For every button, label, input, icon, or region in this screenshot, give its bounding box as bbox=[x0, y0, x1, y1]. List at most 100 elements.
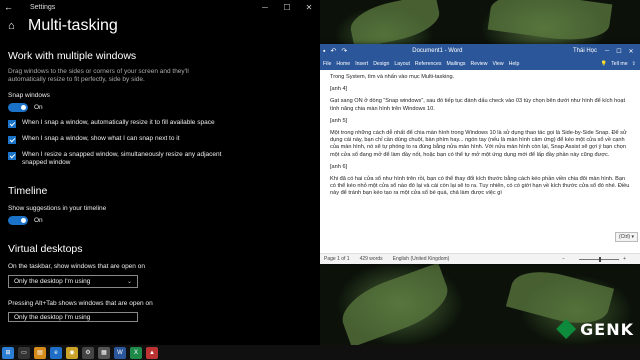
ribbon-tab[interactable]: Help bbox=[509, 61, 520, 67]
snap-option-checkbox[interactable] bbox=[8, 152, 16, 160]
snap-option-checkbox[interactable] bbox=[8, 120, 16, 128]
leaf-decoration bbox=[334, 262, 456, 345]
chrome-icon[interactable]: ◉ bbox=[66, 346, 78, 359]
word-user-name[interactable]: Thái Học bbox=[573, 48, 597, 54]
genk-logo: GENK bbox=[556, 319, 634, 339]
maximize-icon[interactable]: ☐ bbox=[276, 3, 298, 12]
settings-titlebar: ← Settings ─ ☐ ✕ bbox=[0, 0, 320, 14]
doc-paragraph: Một trong những cách dễ nhất để chia màn… bbox=[330, 130, 627, 158]
zoom-slider[interactable] bbox=[579, 256, 620, 262]
snap-option-label: When I snap a window, show what I can sn… bbox=[22, 135, 180, 142]
redo-icon[interactable]: ↷ bbox=[341, 47, 347, 55]
snap-windows-toggle[interactable] bbox=[8, 103, 28, 112]
snap-option-checkbox[interactable] bbox=[8, 136, 16, 144]
window-controls: ─ ☐ ✕ bbox=[254, 3, 320, 12]
doc-paragraph: Khi đã có hai cửa sổ như hình trên rồi, … bbox=[330, 176, 630, 197]
snap-option-row: When I snap a window, show what I can sn… bbox=[8, 135, 312, 144]
timeline-toggle-row: On bbox=[8, 216, 312, 225]
vd-alttab-label: Pressing Alt+Tab shows windows that are … bbox=[8, 300, 153, 307]
doc-paragraph: Trong System, tìm và nhấn vào mục Multi-… bbox=[330, 74, 455, 80]
ribbon-tab[interactable]: Review bbox=[470, 61, 487, 67]
ribbon-tab[interactable]: View bbox=[493, 61, 504, 67]
minimize-icon[interactable]: ─ bbox=[601, 48, 613, 55]
status-language[interactable]: English (United Kingdom) bbox=[393, 256, 450, 262]
section-heading-snap: Work with multiple windows bbox=[8, 50, 137, 62]
windows-start-icon[interactable]: ⊞ bbox=[2, 346, 14, 359]
share-icon[interactable]: ⇪ bbox=[632, 61, 636, 67]
word-doc-title: Document1 - Word bbox=[412, 48, 463, 54]
document-page[interactable]: Trong System, tìm và nhấn vào mục Multi-… bbox=[320, 70, 640, 250]
app-taskbar-icon[interactable]: ▲ bbox=[146, 346, 158, 359]
leaf-decoration bbox=[347, 0, 443, 49]
close-icon[interactable]: ✕ bbox=[625, 48, 637, 55]
snap-option-row: When I snap a window, automatically resi… bbox=[8, 119, 312, 128]
vd-alttab-value: Only the desktop I'm using bbox=[14, 313, 91, 321]
snap-windows-label: Snap windows bbox=[8, 92, 50, 99]
tell-me-button[interactable]: Tell me bbox=[611, 61, 627, 67]
page-header: ⌂ Multi-tasking bbox=[0, 14, 320, 38]
section-heading-timeline: Timeline bbox=[8, 185, 48, 197]
home-icon[interactable]: ⌂ bbox=[8, 20, 22, 32]
timeline-label: Show suggestions in your timeline bbox=[8, 205, 107, 212]
maximize-icon[interactable]: ☐ bbox=[613, 48, 625, 55]
snap-description: Drag windows to the sides or corners of … bbox=[8, 68, 189, 83]
close-icon[interactable]: ✕ bbox=[298, 3, 320, 12]
ribbon-tab[interactable]: Home bbox=[336, 61, 350, 67]
ribbon-tab[interactable]: File bbox=[323, 61, 331, 67]
section-heading-virtual-desktops: Virtual desktops bbox=[8, 243, 83, 255]
settings-window: ← Settings ─ ☐ ✕ ⌂ Multi-tasking Work wi… bbox=[0, 0, 320, 345]
taskbar: ⊞ ▭ ▤ e ◉ ⚙ ▦ W X ▲ bbox=[0, 345, 640, 360]
undo-icon[interactable]: ↶ bbox=[330, 47, 336, 55]
vd-taskbar-dropdown[interactable]: Only the desktop I'm using ⌄ bbox=[8, 275, 138, 288]
vd-taskbar-value: Only the desktop I'm using bbox=[14, 278, 91, 285]
ribbon-right-tools: 💡 Tell me ⇪ bbox=[601, 61, 640, 67]
word-window-controls: ─ ☐ ✕ bbox=[601, 48, 637, 55]
chevron-down-icon: ⌄ bbox=[126, 279, 132, 285]
ribbon-tab[interactable]: Mailings bbox=[446, 61, 465, 67]
store-icon[interactable]: ▦ bbox=[98, 346, 110, 359]
snap-option-label: When I snap a window, automatically resi… bbox=[22, 119, 215, 126]
excel-taskbar-icon[interactable]: X bbox=[130, 346, 142, 359]
timeline-toggle[interactable] bbox=[8, 216, 28, 225]
page-title: Multi-tasking bbox=[28, 17, 118, 34]
status-word-count[interactable]: 429 words bbox=[360, 256, 383, 262]
word-ribbon-tabs: File Home Insert Design Layout Reference… bbox=[320, 58, 640, 70]
leaf-decoration bbox=[487, 0, 613, 47]
ribbon-tab[interactable]: References bbox=[415, 61, 442, 67]
file-explorer-icon[interactable]: ▤ bbox=[34, 346, 46, 359]
task-view-icon[interactable]: ▭ bbox=[18, 346, 30, 359]
back-arrow-icon[interactable]: ← bbox=[4, 2, 20, 12]
minimize-icon[interactable]: ─ bbox=[254, 3, 276, 12]
timeline-state: On bbox=[34, 217, 43, 224]
ribbon-tab[interactable]: Layout bbox=[394, 61, 410, 67]
settings-gear-icon[interactable]: ⚙ bbox=[82, 346, 94, 359]
edge-icon[interactable]: e bbox=[50, 346, 62, 359]
snap-windows-toggle-row: On bbox=[8, 103, 312, 112]
ribbon-tab[interactable]: Design bbox=[373, 61, 389, 67]
paste-options-tag[interactable]: (Ctrl) ▾ bbox=[614, 232, 638, 242]
desktop-background: ▪ ↶ ↷ Document1 - Word Thái Học ─ ☐ ✕ Fi… bbox=[320, 0, 640, 345]
ribbon-tab[interactable]: Insert bbox=[355, 61, 368, 67]
status-page-count[interactable]: Page 1 of 1 bbox=[324, 256, 350, 262]
settings-content: Work with multiple windows Drag windows … bbox=[0, 38, 320, 322]
snap-option-label: When I resize a snapped window, simultan… bbox=[22, 151, 222, 166]
save-icon[interactable]: ▪ bbox=[323, 48, 325, 55]
zoom-in-icon[interactable]: + bbox=[623, 256, 626, 262]
doc-paragraph: [anh 5] bbox=[330, 117, 348, 124]
doc-paragraph: Gạt sang ON ở dòng “Snap windows”, sau đ… bbox=[330, 98, 626, 112]
lightbulb-icon[interactable]: 💡 bbox=[601, 61, 607, 67]
word-taskbar-icon[interactable]: W bbox=[114, 346, 126, 359]
logo-mark-icon bbox=[556, 319, 577, 339]
vd-alttab-dropdown[interactable]: Only the desktop I'm using bbox=[8, 312, 138, 322]
word-window: ▪ ↶ ↷ Document1 - Word Thái Học ─ ☐ ✕ Fi… bbox=[320, 44, 640, 264]
snap-windows-state: On bbox=[34, 104, 43, 111]
word-status-bar: Page 1 of 1 429 words English (United Ki… bbox=[320, 253, 640, 264]
zoom-out-icon[interactable]: − bbox=[562, 256, 565, 262]
logo-text: GENK bbox=[580, 319, 634, 339]
settings-app-title: Settings bbox=[30, 3, 56, 11]
snap-option-row: When I resize a snapped window, simultan… bbox=[8, 151, 312, 167]
doc-paragraph: [anh 6] bbox=[330, 163, 348, 170]
word-titlebar: ▪ ↶ ↷ Document1 - Word Thái Học ─ ☐ ✕ bbox=[320, 44, 640, 58]
zoom-control: − + bbox=[562, 256, 636, 262]
vd-taskbar-label: On the taskbar, show windows that are op… bbox=[8, 263, 145, 270]
